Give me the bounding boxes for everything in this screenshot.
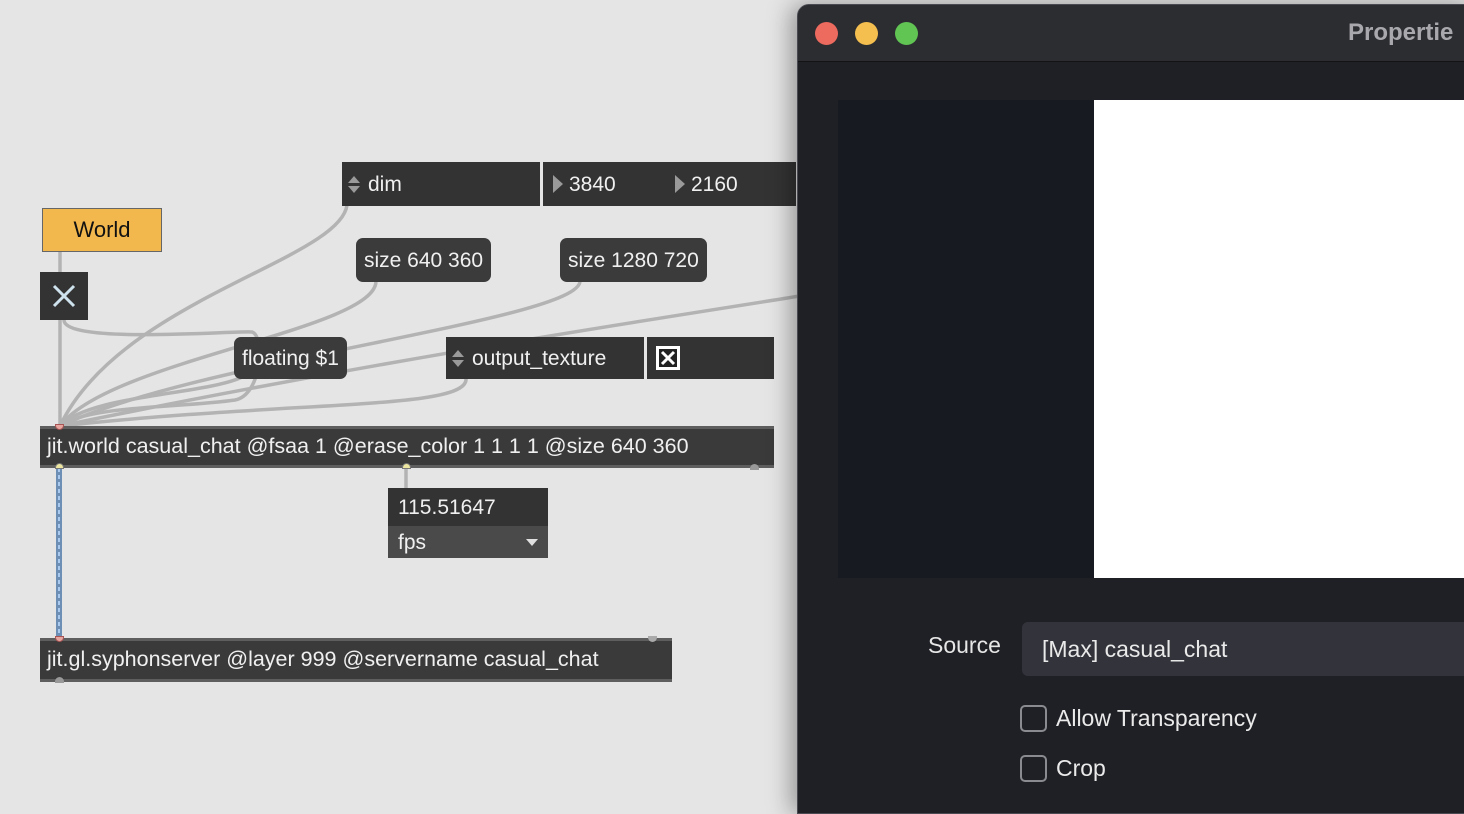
allow-transparency-row[interactable]: Allow Transparency bbox=[1020, 705, 1257, 732]
jit-world-object[interactable]: jit.world casual_chat @fsaa 1 @erase_col… bbox=[40, 426, 774, 468]
syphon-server-text: jit.gl.syphonserver @layer 999 @serverna… bbox=[47, 647, 599, 672]
spinner-icon bbox=[452, 349, 464, 367]
dim-height-value: 2160 bbox=[691, 172, 738, 196]
checked-x-icon bbox=[656, 346, 680, 370]
render-toggle[interactable] bbox=[40, 272, 88, 320]
source-preview bbox=[838, 100, 1464, 578]
source-label: Source bbox=[928, 632, 1001, 658]
dim-width-number[interactable]: 3840 bbox=[543, 162, 667, 206]
fps-mode-menu[interactable]: fps bbox=[388, 526, 548, 558]
spinner-icon bbox=[348, 175, 360, 193]
output-texture-label: output_texture bbox=[472, 346, 607, 370]
size-1280-label: size 1280 720 bbox=[568, 248, 699, 272]
size-640-label: size 640 360 bbox=[364, 248, 484, 272]
output-texture-toggle[interactable] bbox=[647, 337, 774, 379]
zoom-window-button[interactable] bbox=[895, 22, 918, 45]
dim-width-value: 3840 bbox=[569, 172, 616, 196]
output-texture-umenu[interactable]: output_texture bbox=[446, 337, 644, 379]
syphon-server-object[interactable]: jit.gl.syphonserver @layer 999 @serverna… bbox=[40, 638, 672, 682]
crop-checkbox[interactable] bbox=[1020, 755, 1047, 782]
minimize-window-button[interactable] bbox=[855, 22, 878, 45]
crop-label: Crop bbox=[1056, 755, 1106, 781]
title-bar[interactable]: Propertie bbox=[798, 5, 1464, 62]
preview-image bbox=[1094, 100, 1464, 578]
jit-world-outlet-mid[interactable] bbox=[402, 463, 411, 469]
crop-row[interactable]: Crop bbox=[1020, 755, 1106, 782]
number-arrow-icon bbox=[553, 175, 563, 193]
jit-world-outlet-right[interactable] bbox=[750, 464, 759, 470]
source-select-value: [Max] casual_chat bbox=[1042, 635, 1228, 662]
dim-label: dim bbox=[368, 172, 402, 196]
size-640-message[interactable]: size 640 360 bbox=[356, 238, 492, 282]
number-arrow-icon bbox=[675, 175, 685, 193]
dim-height-number[interactable]: 2160 bbox=[667, 162, 796, 206]
window-title: Propertie bbox=[1348, 19, 1454, 46]
jit-world-text: jit.world casual_chat @fsaa 1 @erase_col… bbox=[47, 434, 689, 459]
cord-output-to-world bbox=[58, 376, 468, 428]
x-icon bbox=[52, 284, 76, 308]
floating-label: floating $1 bbox=[242, 346, 339, 370]
fps-number[interactable]: 115.51647 bbox=[388, 488, 548, 526]
jit-world-outlet-left[interactable] bbox=[55, 463, 64, 469]
chevron-down-icon bbox=[526, 538, 538, 546]
floating-message[interactable]: floating $1 bbox=[234, 337, 347, 379]
close-window-button[interactable] bbox=[815, 22, 838, 45]
dim-umenu[interactable]: dim bbox=[342, 162, 540, 206]
world-button-label: World bbox=[73, 217, 131, 242]
fps-mode-label: fps bbox=[398, 530, 427, 554]
fps-value: 115.51647 bbox=[398, 495, 496, 519]
cord-floating-to-world bbox=[58, 376, 242, 428]
syphon-outlet[interactable] bbox=[55, 677, 64, 683]
allow-transparency-label: Allow Transparency bbox=[1056, 705, 1257, 731]
world-button[interactable]: World bbox=[42, 208, 162, 252]
source-select[interactable]: [Max] casual_chat bbox=[1022, 622, 1464, 676]
properties-window[interactable]: Propertie Source [Max] casual_chat Allow… bbox=[797, 4, 1464, 814]
cord-toggle-to-floating bbox=[58, 318, 262, 428]
size-1280-message[interactable]: size 1280 720 bbox=[560, 238, 707, 282]
allow-transparency-checkbox[interactable] bbox=[1020, 705, 1047, 732]
